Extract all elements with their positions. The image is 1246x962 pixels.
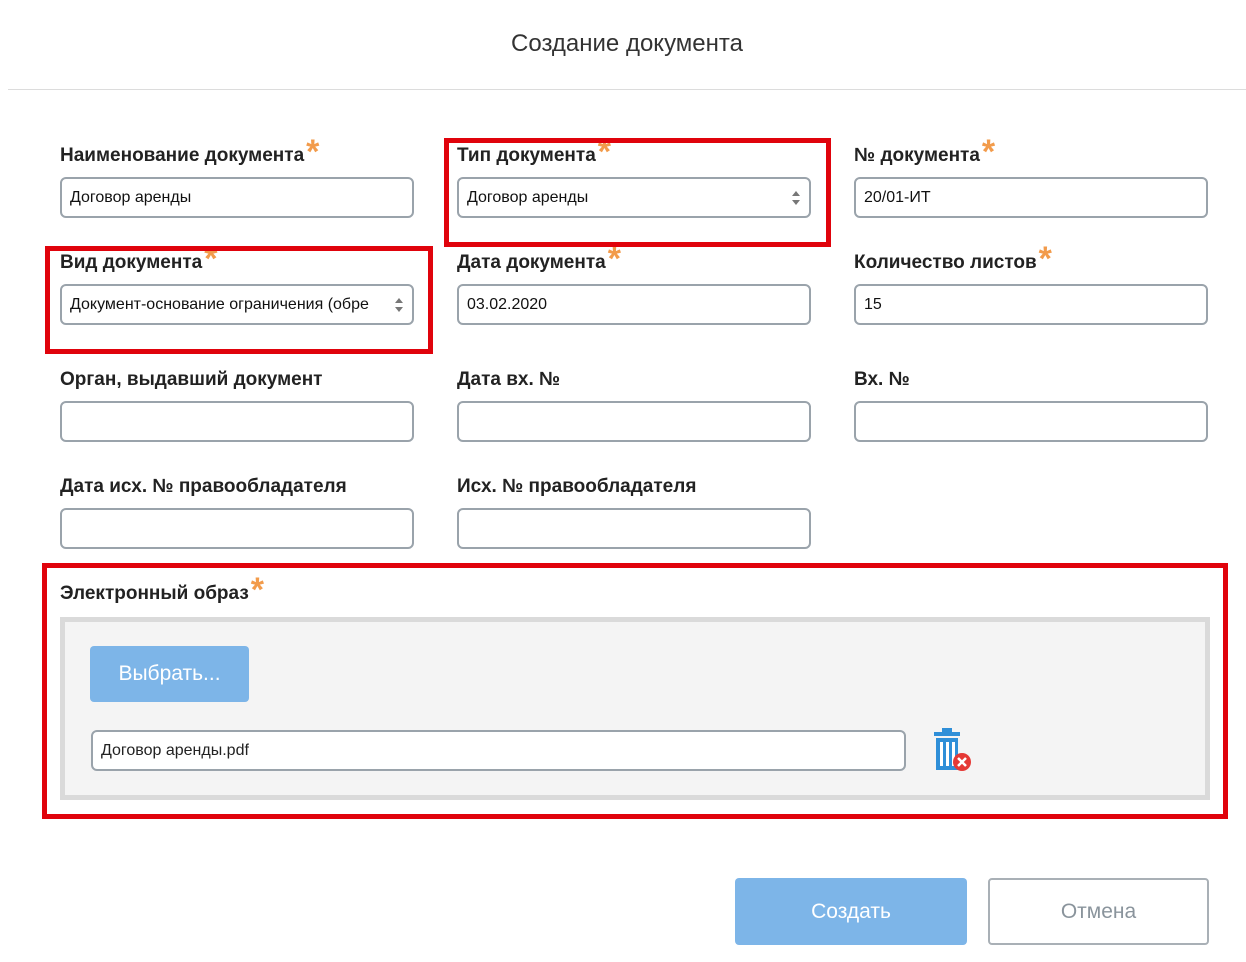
outgoing-number-label: Исх. № правообладателя [457,476,697,497]
required-star-icon: * [981,133,996,171]
incoming-date-label: Дата вх. № [457,369,561,390]
incoming-date-input[interactable] [457,401,811,442]
issuer-input[interactable] [60,401,414,442]
dialog-title: Создание документа [511,30,743,57]
highlight-doc-kind [45,246,433,354]
doc-name-label: Наименование документа* [60,133,320,171]
doc-date-input[interactable]: 03.02.2020 [457,284,811,325]
doc-number-input[interactable]: 20/01-ИТ [854,177,1208,218]
sheet-count-label: Количество листов* [854,240,1052,278]
outgoing-date-label: Дата исх. № правообладателя [60,476,347,497]
incoming-number-input[interactable] [854,401,1208,442]
issuer-label: Орган, выдавший документ [60,369,323,390]
doc-date-label: Дата документа* [457,240,621,278]
outgoing-number-input[interactable] [457,508,811,549]
outgoing-date-input[interactable] [60,508,414,549]
incoming-number-label: Вх. № [854,369,910,390]
cancel-button[interactable]: Отмена [988,878,1209,945]
required-star-icon: * [1038,240,1052,278]
required-star-icon: * [306,133,320,171]
doc-name-input[interactable]: Договор аренды [60,177,414,218]
doc-number-label: № документа* [854,133,996,171]
dialog-header: Создание документа [8,0,1246,90]
create-button[interactable]: Создать [735,878,967,945]
sheet-count-input[interactable]: 15 [854,284,1208,325]
highlight-electronic-image [42,563,1228,819]
highlight-doc-type [444,138,831,247]
